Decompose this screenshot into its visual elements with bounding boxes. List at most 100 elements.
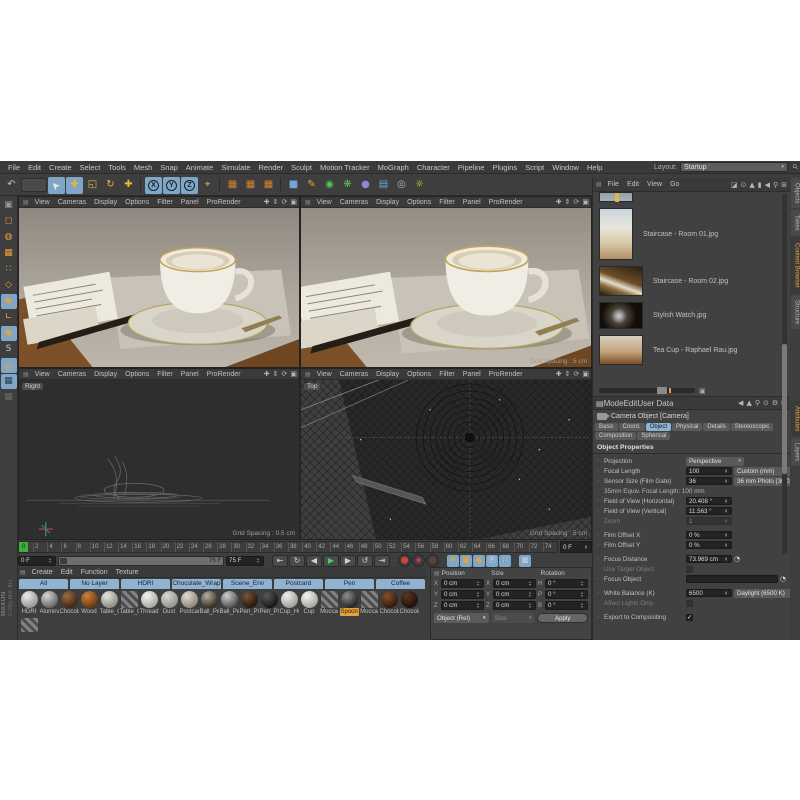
attribute-tab[interactable]: Physical <box>672 423 702 431</box>
material-swatch[interactable]: Chocola <box>379 591 399 616</box>
browser-file-item[interactable]: Tea Cup - Raphael Rau.jpg <box>599 335 790 365</box>
panel-icon[interactable]: ▤ <box>596 181 602 188</box>
dropdown[interactable]: Daylight (6500 K)▾ <box>734 589 790 598</box>
material-swatch[interactable]: Wood <box>79 591 99 616</box>
mode-icon[interactable]: ▣ <box>1 198 17 213</box>
attribute-menu-item[interactable]: User Data <box>637 399 673 408</box>
animation-dot-icon[interactable]: ◦ <box>597 614 602 620</box>
stepper-icon[interactable]: ▴▾ <box>725 557 729 562</box>
side-tab[interactable]: Objects <box>791 178 800 208</box>
browser-menu-item[interactable]: Edit <box>623 181 643 188</box>
toolbar-icon[interactable]: ◉ <box>321 177 338 194</box>
toolbar-icon[interactable]: ✚ <box>120 177 137 194</box>
browser-toolbar-icon[interactable]: ⚲ <box>773 181 778 189</box>
stepper-icon[interactable]: ▴▾ <box>257 558 261 563</box>
size-field[interactable]: 0 cm▴▾ <box>493 601 536 610</box>
browser-menu-item[interactable]: View <box>643 181 666 188</box>
animation-dot-icon[interactable]: ◦ <box>597 458 602 464</box>
material-layer-tab[interactable]: Postcard <box>274 579 323 589</box>
current-frame-field[interactable]: 0 F ▴▾ <box>560 541 592 553</box>
record-button[interactable]: ◎ <box>426 554 439 567</box>
stepper-icon[interactable]: ▴▾ <box>725 509 729 514</box>
material-menu-item[interactable]: Edit <box>57 569 77 576</box>
toolbar-icon[interactable]: ● <box>357 177 374 194</box>
viewport-menu-item[interactable]: Display <box>372 371 403 378</box>
viewport-menu-item[interactable]: Options <box>403 199 435 206</box>
viewport-menu-item[interactable]: Panel <box>177 371 203 378</box>
transport-button[interactable]: ↺ <box>357 555 373 567</box>
mode-icon[interactable]: ∟ <box>1 310 17 325</box>
material-swatch[interactable]: Chocola <box>59 591 79 616</box>
menu-item[interactable]: Render <box>255 163 288 172</box>
menu-item[interactable]: File <box>4 163 24 172</box>
toolbar-icon[interactable] <box>21 178 47 192</box>
attribute-tab[interactable]: Object <box>646 423 671 431</box>
attribute-tab[interactable]: Basic <box>595 423 618 431</box>
toolbar-icon[interactable]: Z <box>181 177 198 194</box>
material-swatch[interactable]: Ball_Pe <box>219 591 239 616</box>
menu-item[interactable]: Sculpt <box>287 163 316 172</box>
position-field[interactable]: 0 cm▴▾ <box>441 590 484 599</box>
attribute-tab[interactable]: Composition <box>595 432 636 440</box>
toolbar-icon[interactable]: ✎ <box>303 177 320 194</box>
value-field[interactable]: 73.969 cm▴▾ <box>686 555 732 563</box>
panel-icon[interactable]: ▤ <box>23 199 29 206</box>
mode-icon[interactable]: ◻ <box>1 214 17 229</box>
panel-icon[interactable]: ▤ <box>434 570 440 577</box>
position-field[interactable]: 0 cm▴▾ <box>441 601 484 610</box>
viewport-menu-item[interactable]: Options <box>121 371 153 378</box>
rendered-scene[interactable] <box>301 208 591 367</box>
material-swatch[interactable]: Pen_Pla <box>239 591 259 616</box>
panel-icon[interactable]: ▤ <box>305 199 311 206</box>
record-toggle[interactable]: ✚ <box>447 555 459 567</box>
viewport-menu-item[interactable]: View <box>31 371 54 378</box>
material-layer-tab[interactable]: HDRI <box>121 579 170 589</box>
toolbar-icon[interactable]: ◱ <box>84 177 101 194</box>
viewport-menu-item[interactable]: Display <box>90 371 121 378</box>
record-toggle[interactable]: Ⓟ <box>486 555 498 567</box>
stepper-icon[interactable]: ▴▾ <box>49 558 53 563</box>
keyframe-presets-button[interactable]: ▥ <box>519 555 531 567</box>
value-field[interactable]: 1▴▾ <box>686 517 732 525</box>
viewport-menu-item[interactable]: Panel <box>177 199 203 206</box>
material-menu-item[interactable]: Create <box>28 569 57 576</box>
material-menu-item[interactable]: Texture <box>112 569 143 576</box>
material-swatch[interactable]: Postcar <box>179 591 199 616</box>
browser-file-item[interactable]: Stylish Watch.jpg <box>599 302 790 329</box>
viewport-menu-item[interactable]: ProRender <box>485 199 527 206</box>
stepper-icon[interactable]: ▴▾ <box>725 591 729 596</box>
material-swatch[interactable]: Table_Cl <box>119 591 139 616</box>
record-toggle[interactable]: ∷ <box>499 555 511 567</box>
menu-item[interactable]: Tools <box>104 163 130 172</box>
toolbar-icon[interactable]: ❋ <box>339 177 356 194</box>
viewport-nav-icon[interactable]: ⇕ <box>273 370 279 378</box>
attribute-toolbar-icon[interactable]: ⚙ <box>772 399 778 407</box>
attribute-menu-item[interactable]: Edit <box>624 399 638 408</box>
browser-toolbar-icon[interactable]: ⊙ <box>740 181 746 189</box>
mode-icon[interactable]: ∷ <box>1 262 17 277</box>
viewport-nav-icon[interactable]: ⟳ <box>574 198 580 206</box>
record-button[interactable]: ⬤ <box>398 554 411 567</box>
viewport-menu-item[interactable]: Filter <box>435 371 459 378</box>
material-layer-tab[interactable]: Scene_Env <box>223 579 272 589</box>
attribute-toolbar-icon[interactable]: ⚲ <box>755 399 760 407</box>
viewport-menu-item[interactable]: ProRender <box>203 371 245 378</box>
toolbar-icon[interactable]: ✚ <box>66 177 83 194</box>
value-field[interactable]: 0 %▴▾ <box>686 531 732 539</box>
menu-item[interactable]: Window <box>548 163 583 172</box>
checkbox[interactable] <box>686 566 693 573</box>
viewport-menu-item[interactable]: View <box>31 199 54 206</box>
animation-dot-icon[interactable]: ◦ <box>597 478 602 484</box>
menu-item[interactable]: Select <box>76 163 105 172</box>
coordinate-mode-dropdown[interactable]: Object (Rel)▾ <box>434 613 489 623</box>
rotation-field[interactable]: 0 °▴▾ <box>545 590 588 599</box>
attribute-menu-item[interactable]: Mode <box>604 399 624 408</box>
value-field[interactable]: 20.408 °▴▾ <box>686 497 732 505</box>
viewport-menu-item[interactable]: Cameras <box>336 371 372 378</box>
wireframe-scene[interactable] <box>301 380 591 539</box>
animation-dot-icon[interactable]: ◦ <box>597 542 602 548</box>
transport-button[interactable]: ▶ <box>323 555 339 567</box>
rotation-field[interactable]: 0 °▴▾ <box>545 579 588 588</box>
mode-icon[interactable]: ◆ <box>1 294 17 309</box>
transport-button[interactable]: ▶ <box>340 555 356 567</box>
